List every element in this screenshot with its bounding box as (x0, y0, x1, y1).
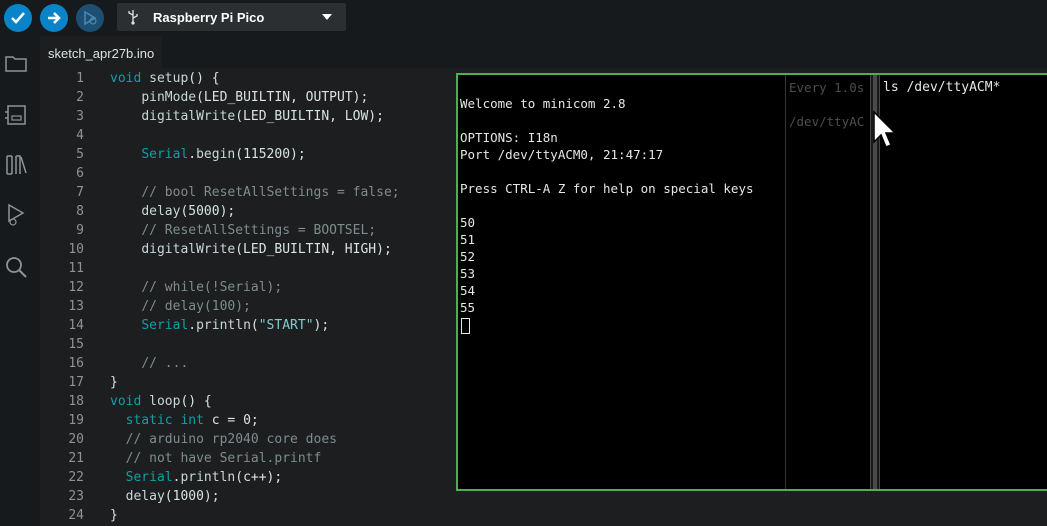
board-manager-icon[interactable] (3, 102, 29, 128)
line-number: 1 (76, 71, 84, 86)
mouse-pointer-icon (873, 110, 897, 148)
line-number: 6 (76, 166, 84, 181)
code-text: // delay(100); (141, 299, 251, 314)
terminal-line: OPTIONS: I18n (460, 130, 558, 145)
code-text: delay(1000); (125, 489, 220, 504)
line-number: 5 (76, 147, 84, 162)
line-number: 17 (68, 375, 84, 390)
chevron-down-icon (322, 14, 332, 20)
terminal-line: 52 (460, 249, 476, 264)
code-text: // while(!Serial); (141, 280, 283, 295)
code-text: // ... (141, 356, 189, 371)
upload-button[interactable] (40, 4, 68, 32)
arrow-right-icon (48, 12, 61, 24)
line-number: 23 (68, 489, 84, 504)
top-toolbar: Raspberry Pi Pico (0, 0, 1047, 36)
line-number: 13 (68, 299, 84, 314)
line-number: 18 (68, 394, 84, 409)
code-text: // bool ResetAllSettings = false; (141, 185, 400, 200)
terminal-line: Port /dev/ttyACM0, 21:47:17 (460, 147, 664, 162)
board-name: Raspberry Pi Pico (153, 10, 265, 25)
terminal-line: 50 (460, 215, 476, 230)
watch-path: /dev/ttyAC (789, 114, 865, 129)
debug-button[interactable] (76, 4, 104, 32)
code-text: } (110, 375, 118, 390)
code-text: static int c = 0; (125, 413, 259, 428)
line-number: 3 (76, 109, 84, 124)
terminal-window[interactable]: Welcome to minicom 2.8 OPTIONS: I18n Port … (456, 73, 1047, 491)
ls-command: ls /dev/ttyACM* (883, 80, 1001, 95)
code-text: void loop() { (110, 394, 212, 409)
terminal-line: Press CTRL-A Z for help on special keys (460, 181, 754, 196)
terminal-line: 51 (460, 232, 476, 247)
line-number: 10 (68, 242, 84, 257)
line-number: 21 (68, 451, 84, 466)
code-text: digitalWrite(LED_BUILTIN, HIGH); (141, 242, 392, 257)
terminal-line: Welcome to minicom 2.8 (460, 96, 626, 111)
tab-strip: sketch_apr27b.ino (40, 36, 1047, 69)
line-number: 15 (68, 337, 84, 352)
line-number: 24 (68, 508, 84, 523)
tab-label: sketch_apr27b.ino (48, 46, 155, 61)
activity-bar (0, 36, 40, 526)
code-text: // arduino rp2040 core does (125, 432, 337, 447)
terminal-line: 54 (460, 283, 476, 298)
line-number: 8 (76, 204, 84, 219)
minicom-pane[interactable]: Welcome to minicom 2.8 OPTIONS: I18n Port … (458, 75, 785, 489)
code-text: pinMode(LED_BUILTIN, OUTPUT); (141, 90, 369, 105)
checkmark-icon (11, 12, 25, 24)
search-icon[interactable] (3, 254, 29, 280)
line-number: 19 (68, 413, 84, 428)
terminal-line: 55 (460, 300, 476, 315)
code-text: void setup() { (110, 71, 220, 86)
line-number: 7 (76, 185, 84, 200)
code-text: digitalWrite(LED_BUILTIN, LOW); (141, 109, 384, 124)
code-text: delay(5000); (141, 204, 236, 219)
line-number: 12 (68, 280, 84, 295)
tab-sketch[interactable]: sketch_apr27b.ino (40, 36, 162, 69)
watch-header: Every 1.0s (789, 80, 865, 95)
code-text: } (110, 508, 118, 523)
code-text: // not have Serial.printf (125, 451, 322, 466)
code-text: Serial.begin(115200); (141, 147, 306, 162)
line-number: 16 (68, 356, 84, 371)
watch-pane: Every 1.0s /dev/ttyAC (785, 75, 871, 489)
library-icon[interactable] (3, 152, 29, 178)
debug-icon (84, 10, 97, 26)
line-number: 22 (68, 470, 84, 485)
folder-icon[interactable] (3, 50, 29, 76)
code-text: Serial.println("START"); (141, 318, 330, 333)
usb-icon (128, 10, 138, 25)
code-line[interactable]: 24} (40, 506, 1047, 525)
line-number: 14 (68, 318, 84, 333)
verify-button[interactable] (4, 4, 32, 32)
line-number: 4 (76, 128, 84, 143)
line-number: 2 (76, 90, 84, 105)
terminal-line: 53 (460, 266, 476, 281)
line-number: 9 (76, 223, 84, 238)
line-number: 11 (68, 261, 84, 276)
board-selector[interactable]: Raspberry Pi Pico (117, 3, 346, 31)
code-text: Serial.println(c++); (125, 470, 283, 485)
debug-icon[interactable] (3, 202, 29, 228)
terminal-cursor (461, 318, 470, 334)
line-number: 20 (68, 432, 84, 447)
ls-pane[interactable]: ls /dev/ttyACM* (878, 75, 1047, 489)
code-text: // ResetAllSettings = BOOTSEL; (141, 223, 377, 238)
